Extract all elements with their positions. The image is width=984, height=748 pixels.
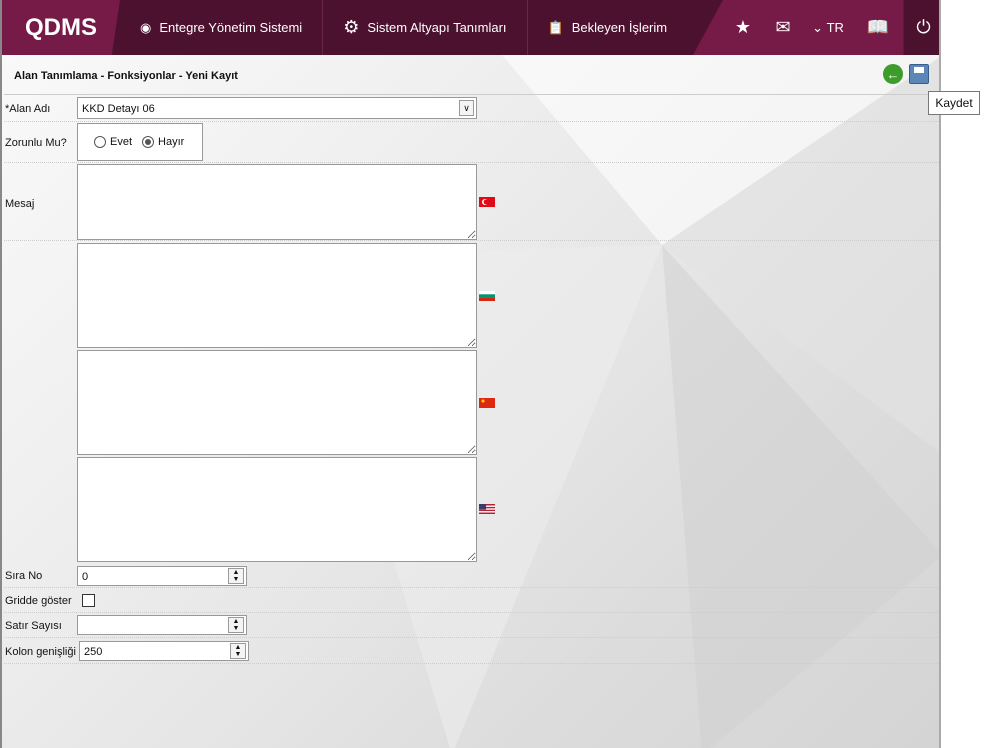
- back-button[interactable]: ←: [883, 64, 903, 84]
- save-button[interactable]: [909, 64, 929, 84]
- spinner-icon[interactable]: ▲ ▼: [228, 568, 244, 584]
- help-book-icon[interactable]: 📖: [853, 0, 903, 55]
- turkey-flag-icon: [479, 197, 495, 207]
- mesaj-label: Mesaj: [5, 198, 35, 210]
- gridde-label: Gridde göster: [5, 595, 72, 607]
- language-selector[interactable]: ⌄ TR: [803, 0, 853, 55]
- nav-entegre[interactable]: ◉ Entegre Yönetim Sistemi: [120, 0, 324, 55]
- zorunlu-label: Zorunlu Mu?: [5, 137, 67, 149]
- alan-adi-value: KKD Detayı 06: [82, 103, 155, 115]
- nav-bekleyen[interactable]: 📋 Bekleyen İşlerim: [528, 0, 688, 55]
- nav-label: Entegre Yönetim Sistemi: [159, 20, 303, 35]
- spinner-icon[interactable]: ▲ ▼: [230, 643, 246, 659]
- satir-label: Satır Sayısı: [5, 620, 62, 632]
- chevron-down-icon: ⌄: [812, 19, 823, 35]
- satir-input[interactable]: ▲ ▼: [77, 615, 247, 635]
- gear-icon: ⚙: [343, 17, 360, 37]
- language-label: TR: [826, 20, 844, 35]
- kolon-label: Kolon genişliği: [5, 646, 76, 658]
- top-navbar: QDMS ◉ Entegre Yönetim Sistemi ⚙ Sistem Al…: [2, 0, 939, 55]
- gridde-checkbox[interactable]: [82, 594, 95, 607]
- sira-no-input[interactable]: 0 ▲ ▼: [77, 566, 247, 586]
- power-icon[interactable]: ⏻: [903, 0, 939, 55]
- kolon-value: 250: [84, 646, 103, 658]
- nav-sistem[interactable]: ⚙ Sistem Altyapı Tanımları: [323, 0, 528, 55]
- alan-adi-label: *Alan Adı: [5, 103, 51, 115]
- alan-adi-select[interactable]: KKD Detayı 06 ∨: [77, 97, 477, 119]
- mail-icon[interactable]: ✉: [763, 0, 803, 55]
- q-logo-icon: ◉: [140, 19, 152, 35]
- mesaj-us-textarea[interactable]: [77, 457, 477, 562]
- mesaj-cn-textarea[interactable]: [77, 350, 477, 455]
- sira-no-label: Sıra No: [5, 570, 43, 582]
- kaydet-tooltip: Kaydet: [928, 91, 980, 115]
- clipboard-icon: 📋: [547, 19, 564, 35]
- radio-hayir[interactable]: Hayır: [142, 135, 185, 149]
- radio-label: Evet: [110, 135, 133, 148]
- mesaj-bg-textarea[interactable]: [77, 243, 477, 348]
- logo[interactable]: QDMS: [2, 0, 120, 55]
- radio-evet[interactable]: Evet: [94, 135, 133, 149]
- zorunlu-radio-group: Evet Hayır: [77, 123, 203, 161]
- radio-label: Hayır: [158, 135, 185, 148]
- china-flag-icon: [479, 398, 495, 408]
- mesaj-tr-textarea[interactable]: [77, 164, 477, 240]
- bulgaria-flag-icon: [479, 291, 495, 301]
- usa-flag-icon: [479, 504, 495, 514]
- kolon-input[interactable]: 250 ▲ ▼: [79, 641, 249, 661]
- sira-no-value: 0: [82, 571, 89, 583]
- page-title: Alan Tanımlama - Fonksiyonlar - Yeni Kay…: [14, 70, 238, 82]
- nav-label: Bekleyen İşlerim: [571, 20, 668, 35]
- app-window: QDMS ◉ Entegre Yönetim Sistemi ⚙ Sistem Al…: [0, 0, 941, 748]
- nav-label: Sistem Altyapı Tanımları: [367, 20, 507, 35]
- chevron-down-icon[interactable]: ∨: [459, 100, 474, 116]
- star-icon[interactable]: ★: [723, 0, 763, 55]
- spinner-icon[interactable]: ▲ ▼: [228, 617, 244, 633]
